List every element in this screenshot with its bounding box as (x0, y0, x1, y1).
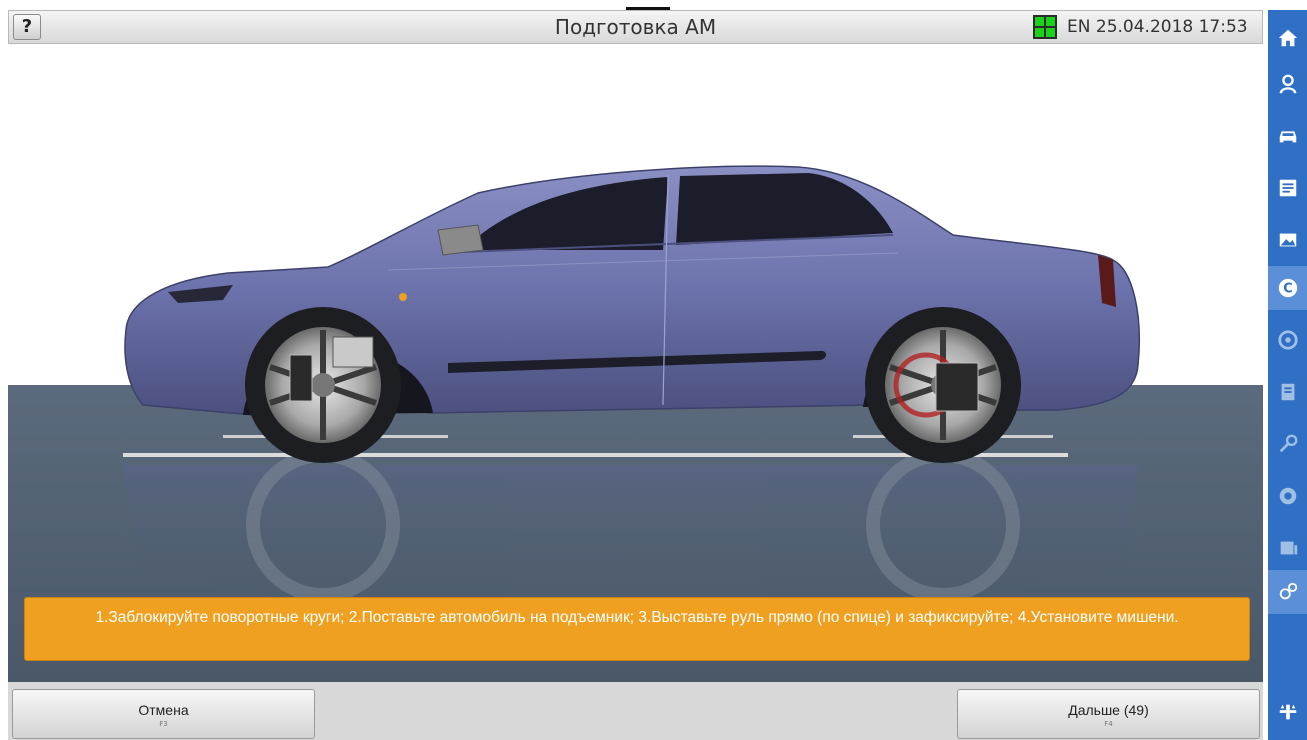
settings-c-icon[interactable]: C (1268, 266, 1307, 310)
app-window: ? Подготовка АМ EN 25.04.2018 17:53 1.За… (0, 0, 1307, 740)
user-icon[interactable] (1268, 62, 1307, 106)
svg-text:C: C (1283, 282, 1292, 297)
cancel-button-key: F3 (159, 720, 168, 728)
gauge-icon[interactable] (1268, 318, 1307, 362)
next-button-key: F4 (1104, 720, 1113, 728)
gears-icon[interactable] (1268, 570, 1307, 614)
cancel-button[interactable]: Отмена F3 (12, 689, 315, 739)
image-icon[interactable] (1268, 218, 1307, 262)
front-wheel (245, 307, 401, 463)
language-indicator[interactable]: EN (1067, 17, 1090, 37)
header-meta: EN 25.04.2018 17:53 (1067, 17, 1248, 37)
connection-status-icon (1033, 15, 1057, 39)
car-icon[interactable] (1268, 114, 1307, 158)
header-bar: ? Подготовка АМ EN 25.04.2018 17:53 (8, 10, 1263, 44)
tire-icon[interactable] (1268, 474, 1307, 518)
sidebar: C (1268, 10, 1307, 740)
wrench-icon[interactable] (1268, 422, 1307, 466)
rear-wheel (865, 307, 1021, 463)
bottom-bar: Отмена F3 Дальше (49) F4 (8, 682, 1263, 740)
car-reflection (123, 448, 1138, 605)
next-button[interactable]: Дальше (49) F4 (957, 689, 1260, 739)
next-button-label: Дальше (49) (1068, 702, 1149, 718)
datetime-display: 25.04.2018 17:53 (1095, 17, 1248, 37)
car-scene (8, 45, 1263, 682)
list-icon[interactable] (1268, 166, 1307, 210)
cancel-button-label: Отмена (138, 702, 189, 718)
home-icon[interactable] (1268, 16, 1307, 60)
print-icon[interactable] (1268, 526, 1307, 570)
car-illustration (8, 165, 1263, 682)
instruction-banner: 1.Заблокируйте поворотные круги; 2.Поста… (24, 597, 1250, 661)
lift-icon[interactable] (1268, 690, 1307, 734)
report-icon[interactable] (1268, 370, 1307, 414)
